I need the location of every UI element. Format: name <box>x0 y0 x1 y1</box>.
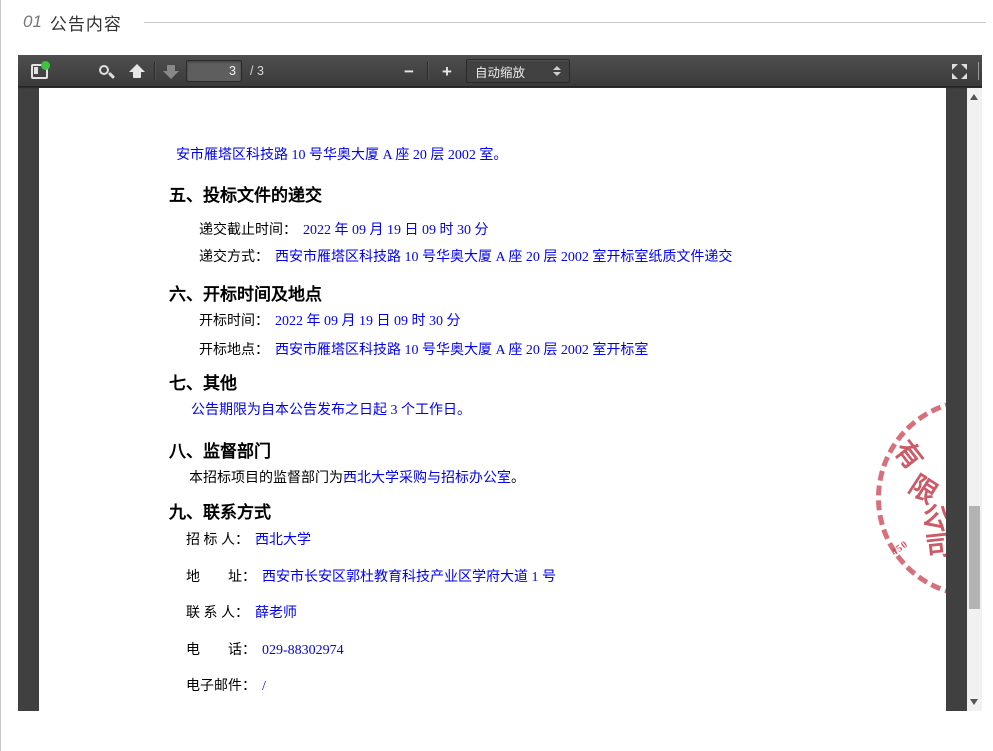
contact-value: 薛老师 <box>255 606 297 621</box>
zoom-out-button[interactable]: − <box>396 58 422 84</box>
next-page-button[interactable] <box>158 58 184 84</box>
section-header: 01 公告内容 <box>1 0 993 44</box>
zoom-in-button[interactable]: + <box>434 58 460 84</box>
field-label: 开标地点： <box>199 343 269 358</box>
minus-icon: − <box>404 63 414 80</box>
doc-heading-9: 九、联系方式 <box>169 498 271 523</box>
doc-line: 递交方式： 西安市雁塔区科技路 10 号华奥大厦 A 座 20 层 2002 室开… <box>199 248 732 268</box>
zoom-select-value: 自动缩放 <box>475 62 553 81</box>
field-label: 开标时间： <box>199 314 269 329</box>
arrow-up-icon <box>129 64 145 79</box>
plus-icon: + <box>442 63 452 80</box>
doc-heading-8: 八、监督部门 <box>169 437 271 462</box>
doc-line: 本招标项目的监督部门为西北大学采购与招标办公室。 <box>189 469 525 489</box>
doc-note-line: 公告期限为自本公告发布之日起 3 个工作日。 <box>191 401 471 421</box>
pdf-toolbar: / 3 − + 自动缩放 <box>18 55 982 87</box>
arrow-down-icon <box>163 64 179 79</box>
doc-heading-6: 六、开标时间及地点 <box>169 280 322 305</box>
contact-row: 招 标 人： 西北大学 <box>186 531 311 551</box>
stamp-char: 司 <box>923 523 946 565</box>
text-suffix: 。 <box>511 471 525 486</box>
contact-row: 电 话： 029-88302974 <box>186 641 344 661</box>
contact-label: 招 标 人： <box>186 533 249 548</box>
page: { "header": { "index": "01", "title": "公… <box>0 0 993 751</box>
doc-intro-line: 安市雁塔区科技路 10 号华奥大厦 A 座 20 层 2002 室。 <box>176 146 507 166</box>
previous-page-button[interactable] <box>124 58 150 84</box>
text-prefix: 本招标项目的监督部门为 <box>189 471 343 486</box>
contact-value: 西北大学 <box>255 533 311 548</box>
toolbar-separator <box>154 62 155 80</box>
page-number-input[interactable] <box>186 60 242 82</box>
contact-value: / <box>262 679 266 694</box>
contact-value: 西安市长安区郭杜教育科技产业区学府大道 1 号 <box>262 570 556 585</box>
field-value: 西安市雁塔区科技路 10 号华奥大厦 A 座 20 层 2002 室开标室纸质文… <box>275 250 732 265</box>
notification-dot <box>41 61 50 70</box>
page-count-label: / 3 <box>250 64 264 78</box>
contact-row: 电子邮件： / <box>186 677 266 697</box>
viewer-body: 安市雁塔区科技路 10 号华奥大厦 A 座 20 层 2002 室。 五、投标文… <box>18 88 982 711</box>
scrollbar-down-icon[interactable] <box>970 699 978 705</box>
section-number: 01 <box>23 12 42 32</box>
doc-line: 开标时间： 2022 年 09 月 19 日 09 时 30 分 <box>199 312 461 332</box>
fullscreen-button[interactable] <box>946 58 972 84</box>
toolbar-right-separator <box>978 62 979 80</box>
field-label: 递交截止时间： <box>199 223 297 238</box>
contact-label: 地 址： <box>186 570 256 585</box>
toolbar-separator <box>427 62 428 80</box>
sidebar-toggle-button[interactable] <box>26 58 52 84</box>
spinner-icon <box>553 66 561 76</box>
contact-value: 029-88302974 <box>262 643 344 658</box>
contact-label: 电子邮件： <box>186 679 256 694</box>
field-value: 2022 年 09 月 19 日 09 时 30 分 <box>275 314 461 329</box>
field-value: 2022 年 09 月 19 日 09 时 30 分 <box>303 223 489 238</box>
expand-arrows-icon <box>952 64 967 79</box>
page-title: 公告内容 <box>50 10 122 35</box>
contact-row: 地 址： 西安市长安区郭杜教育科技产业区学府大道 1 号 <box>186 568 556 588</box>
contact-label: 联 系 人： <box>186 606 249 621</box>
scrollbar-up-icon[interactable] <box>970 94 978 100</box>
sidebar-icon <box>31 64 48 79</box>
text-highlight: 西北大学采购与招标办公室 <box>343 471 511 486</box>
pdf-viewer: / 3 − + 自动缩放 安市雁塔区科技路 10 号华奥大厦 A 座 20 层 … <box>18 55 982 711</box>
zoom-select[interactable]: 自动缩放 <box>466 59 570 83</box>
find-button[interactable] <box>92 58 118 84</box>
doc-heading-7: 七、其他 <box>169 369 237 394</box>
vertical-scrollbar[interactable] <box>967 88 982 711</box>
doc-line: 递交截止时间： 2022 年 09 月 19 日 09 时 30 分 <box>199 221 489 241</box>
pdf-page: 安市雁塔区科技路 10 号华奥大厦 A 座 20 层 2002 室。 五、投标文… <box>39 88 946 711</box>
field-label: 递交方式： <box>199 250 269 265</box>
doc-line: 开标地点： 西安市雁塔区科技路 10 号华奥大厦 A 座 20 层 2002 室开… <box>199 341 648 361</box>
contact-label: 电 话： <box>186 643 256 658</box>
scrollbar-thumb[interactable] <box>969 506 980 609</box>
doc-heading-5: 五、投标文件的递交 <box>169 181 322 206</box>
header-divider <box>144 22 986 23</box>
field-value: 西安市雁塔区科技路 10 号华奥大厦 A 座 20 层 2002 室开标室 <box>275 343 648 358</box>
contact-row: 联 系 人： 薛老师 <box>186 604 297 624</box>
search-icon <box>99 65 109 75</box>
